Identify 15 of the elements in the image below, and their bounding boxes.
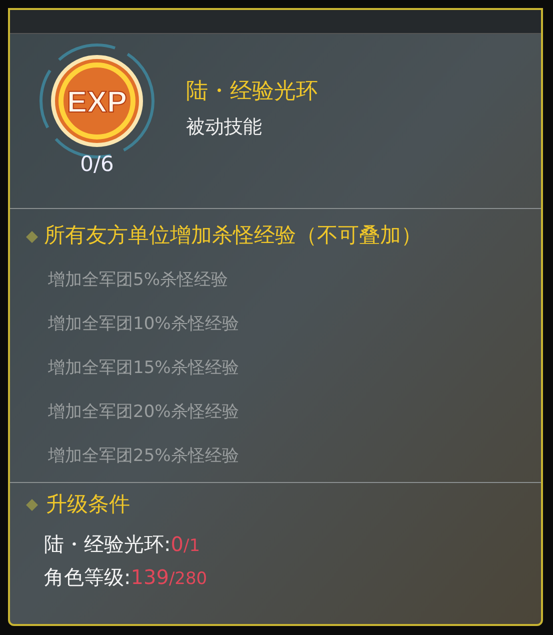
effect-level-text: 增加全军团15%杀怪经验: [48, 357, 240, 380]
upgrade-heading: 升级条件: [46, 491, 130, 518]
requirement-label: 角色等级:: [44, 564, 131, 590]
requirement-label: 陆・经验光环:: [44, 530, 171, 558]
skill-type: 被动技能: [186, 116, 263, 140]
effect-level-text: 增加全军团20%杀怪经验: [48, 401, 240, 424]
diamond-bullet-icon: [26, 231, 38, 243]
effect-level-text: 增加全军团25%杀怪经验: [48, 445, 240, 468]
diamond-bullet-icon: [26, 498, 38, 511]
effect-level-text: 增加全军团10%杀怪经验: [48, 313, 240, 336]
effect-level-text: 增加全军团5%杀怪经验: [48, 269, 229, 292]
skill-name: 陆・经验光环: [186, 78, 318, 106]
effect-heading: 所有友方单位增加杀怪经验（不可叠加）: [44, 223, 423, 248]
requirement-value: 139/280: [130, 564, 208, 590]
requirement-value: 0/1: [170, 530, 200, 558]
